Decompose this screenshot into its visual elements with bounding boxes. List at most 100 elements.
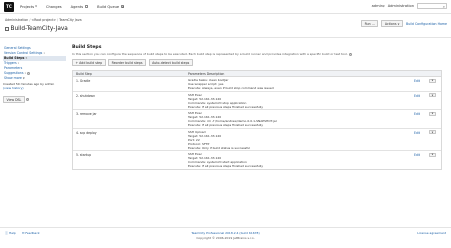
step-name[interactable]: 2. shutdown [73,93,188,109]
nav-build-queue-label: Build Queue [97,4,120,9]
run-button-label: Run [364,21,371,26]
view-dsl-control: View DSL ? [3,96,30,104]
chevron-down-icon: ▼ [431,112,434,116]
step-name[interactable]: 1. Gradle [73,78,188,90]
agents-badge [85,4,89,9]
step-params: SSH Exec Target: 52.161.33.120 Commands: s… [188,152,441,168]
breadcrumb-separator: / [57,17,59,22]
step-actions-dropdown[interactable]: ▼ [429,130,436,135]
step-param-line: Execute: Only if build status is success… [188,145,251,150]
reorder-build-steps-button[interactable]: Reorder build steps [108,59,147,67]
step-param-line: Execute: If all previous steps finished … [188,123,264,128]
nav-agents[interactable]: Agents [71,5,89,9]
sidebar-show-more[interactable]: Show more ▼ [3,76,66,81]
breadcrumb-project[interactable]: TeamCity Java [59,18,81,22]
build-steps-section: Build Steps In this section you can conf… [72,45,445,170]
header-divider [0,37,451,38]
section-title: Build Steps [72,44,102,50]
table-row[interactable]: 5. startup SSH Exec Target: 52.161.33.120 C… [73,151,441,169]
edit-step-link[interactable]: Edit [414,131,420,135]
chevron-down-icon: ▼ [431,130,434,134]
step-params: SSH Exec Target: 52.161.33.120 Commands: s… [188,93,441,109]
edit-step-link[interactable]: Edit [414,79,420,83]
chevron-down-icon: ▼ [22,77,25,80]
nav-build-queue[interactable]: Build Queue 0 [97,4,125,9]
section-description: In this section you can configure the se… [72,52,445,56]
copyright: Copyright © 2006-2019 JetBrains s.r.o. [196,236,255,240]
breadcrumb: Administration / <Root project> / TeamCi… [5,18,82,22]
top-right-controls: admin▼ Administration ⌕ [372,3,447,9]
header-actions: Run … Actions ▼ Build Configuration Home [361,20,447,28]
build-steps-toolbar: + Add build step Reorder build steps Aut… [72,59,445,67]
administration-link[interactable]: Administration [388,4,414,8]
add-build-step-button[interactable]: + Add build step [72,59,106,67]
settings-sidebar: General Settings Version Control Setting… [3,46,66,104]
user-menu[interactable]: admin▼ [372,4,385,8]
nav-changes-label: Changes [46,4,62,9]
build-queue-count: 0 [121,4,125,9]
step-param-line: Execute: If all previous steps finished … [188,104,264,109]
nav-changes[interactable]: Changes [46,5,62,9]
top-navigation-bar: TC Projects ▼ Changes Agents Build Queue 0… [0,0,451,14]
run-button[interactable]: Run … [361,20,379,28]
auto-detect-build-steps-button[interactable]: Auto-detect build steps [148,59,193,67]
table-row[interactable]: 4. scp deploy SSH Upload Target: 52.161.33… [73,129,441,152]
table-row[interactable]: 1. Gradle Gradle tasks: clean bootJar Use … [73,77,441,92]
chevron-down-icon: ▼ [397,22,400,26]
footer: ⓘ Help ✉ Feedback TeamCity Professional … [0,227,451,248]
step-name[interactable]: 5. startup [73,152,188,168]
edit-step-link[interactable]: Edit [414,94,420,98]
edit-step-link[interactable]: Edit [414,153,420,157]
step-params: Gradle tasks: clean bootJar Use wrapper s… [188,78,441,90]
section-description-text: In this section you can configure the se… [72,51,348,56]
main-nav: Projects ▼ Changes Agents Build Queue 0 [20,4,125,9]
created-note: Created 50 minutes ago by admin (view hi… [3,82,66,91]
view-history-link[interactable]: (view history) [3,86,66,91]
breadcrumb-administration[interactable]: Administration [5,18,28,22]
search-icon: ⌕ [442,3,445,9]
nav-agents-label: Agents [70,4,84,9]
column-header-step: Build Step [76,71,92,76]
info-icon: i [27,72,31,75]
step-params: SSH Upload Target: 52.161.33.120 Port: 22 P… [188,130,441,150]
step-param-line: Execute: If all previous steps finished … [188,164,264,169]
step-param-line: Execute: Always, even if build stop comm… [188,86,274,91]
actions-label: Actions [384,21,397,26]
page-title-text: Build-TeamCity-Java [10,26,68,32]
sidebar-item-count: 5 [25,57,28,60]
step-actions-dropdown[interactable]: ▼ [429,78,436,83]
info-icon: ? [26,98,30,102]
table-row[interactable]: 2. shutdown SSH Exec Target: 52.161.33.120… [73,92,441,111]
chevron-down-icon: ▼ [431,153,434,157]
teamcity-logo[interactable]: TC [4,1,14,12]
build-steps-table: Build Step Parameters Description 1. Gra… [72,70,442,170]
table-row[interactable]: 3. remove jar SSH Exec Target: 52.161.33.1… [73,110,441,129]
license-agreement-link[interactable]: License agreement [417,231,446,235]
breadcrumb-separator: / [29,17,31,22]
actions-dropdown[interactable]: Actions ▼ [381,20,403,28]
page-title: Build-TeamCity-Java [5,26,68,32]
step-actions-dropdown[interactable]: ▼ [429,152,436,157]
step-name[interactable]: 3. remove jar [73,111,188,127]
footer-info: TeamCity Professional 2018.2.4 (build 61… [0,231,451,241]
view-dsl-button[interactable]: View DSL [3,96,25,104]
chevron-down-icon: ▼ [431,79,434,83]
column-header-params: Parameters Description [188,71,225,76]
sidebar-item-count: 1 [43,52,45,55]
breadcrumb-root-project[interactable]: <Root project> [31,18,56,22]
step-name[interactable]: 4. scp deploy [73,130,188,150]
nav-projects[interactable]: Projects ▼ [20,5,37,9]
ellipsis-icon: … [371,21,375,26]
nav-projects-label: Projects [20,4,35,9]
step-params: SSH Exec Target: 52.161.33.120 Commands: r… [188,111,441,127]
edit-step-link[interactable]: Edit [414,112,420,116]
help-icon[interactable]: ? [348,52,352,56]
search-input[interactable]: ⌕ [417,3,447,9]
sidebar-item-label: Show more [4,76,22,80]
chevron-down-icon: ▼ [382,4,385,8]
chevron-down-icon: ▼ [35,5,38,8]
table-body: 1. Gradle Gradle tasks: clean bootJar Use … [73,77,441,169]
step-actions-dropdown[interactable]: ▼ [429,93,436,98]
step-actions-dropdown[interactable]: ▼ [429,111,436,116]
build-configuration-home-link[interactable]: Build Configuration Home [406,22,447,26]
